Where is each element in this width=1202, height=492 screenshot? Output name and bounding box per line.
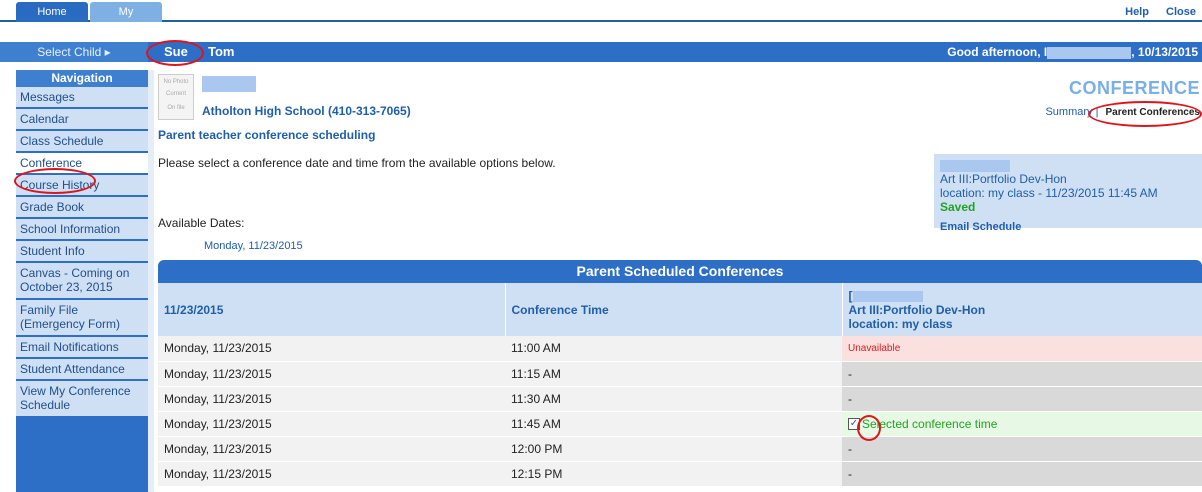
table-row: Monday, 11/23/2015 11:45 AM ✓ Selected co…: [158, 411, 1202, 437]
row-status[interactable]: -: [842, 461, 1202, 487]
row-date: Monday, 11/23/2015: [158, 461, 505, 487]
view-separator: |: [1095, 106, 1099, 118]
current-date: , 10/13/2015: [1131, 45, 1198, 59]
row-status-unavailable: Unavailable: [842, 336, 1202, 362]
sidebar-item-student-attendance[interactable]: Student Attendance: [16, 359, 148, 381]
selected-label: Selected conference time: [862, 416, 998, 431]
saved-status: Saved: [940, 200, 976, 214]
top-tab-bar: Home My Account Help Close: [0, 0, 1202, 38]
photo-line-1: No Photo: [163, 79, 189, 85]
available-date-link[interactable]: Monday, 11/23/2015: [204, 240, 303, 252]
table-row: Monday, 11/23/2015 11:30 AM -: [158, 386, 1202, 412]
tab-my-account[interactable]: My Account: [90, 2, 162, 38]
row-time: 11:45 AM: [505, 411, 842, 437]
header-date: 11/23/2015: [158, 283, 506, 336]
row-date: Monday, 11/23/2015: [158, 411, 505, 437]
table-title: Parent Scheduled Conferences: [158, 260, 1202, 283]
table-row: Monday, 11/23/2015 12:15 PM -: [158, 461, 1202, 487]
row-time: 11:00 AM: [505, 336, 842, 362]
info-location-text: location: my class - 11/23/2015 11:45 AM: [940, 186, 1158, 200]
redacted-name: [1047, 46, 1132, 59]
sidebar-item-canvas[interactable]: Canvas - Coming on October 23, 2015: [16, 263, 148, 300]
available-dates-label: Available Dates:: [158, 216, 245, 230]
sidebar-item-view-my-conference-schedule[interactable]: View My Conference Schedule: [16, 381, 148, 418]
close-link[interactable]: Close: [1166, 6, 1196, 18]
redacted-student-name: [202, 76, 256, 92]
header-teacher: [ Art III:Portfolio Dev-Hon location: my…: [842, 283, 1202, 336]
help-link[interactable]: Help: [1125, 6, 1149, 18]
header-time: Conference Time: [505, 283, 843, 336]
child-select-bar: Select Child ▸ Sue Tom Good afternoon, I…: [0, 42, 1202, 62]
conference-grid: 11/23/2015 Conference Time [ Art III:Por…: [158, 283, 1202, 487]
conference-table: Parent Scheduled Conferences 11/23/2015 …: [158, 260, 1202, 487]
redacted-teacher-name: [940, 159, 1010, 172]
sidebar-item-class-schedule[interactable]: Class Schedule: [16, 131, 148, 153]
student-photo-placeholder: No Photo Current On file: [158, 74, 194, 120]
view-switch: Summary | Parent Conferences: [1045, 106, 1200, 118]
header-location: location: my class: [848, 316, 953, 331]
navigation-sidebar: Navigation Messages Calendar Class Sched…: [16, 70, 148, 492]
instructions-text: Please select a conference date and time…: [158, 156, 556, 170]
school-name: Atholton High School (410-313-7065): [202, 104, 411, 118]
row-time: 11:15 AM: [505, 361, 842, 387]
email-schedule-link[interactable]: Email Schedule: [940, 220, 1196, 234]
select-child-button[interactable]: Select Child ▸: [0, 42, 148, 62]
redacted-header-teacher: [852, 290, 923, 302]
table-row: Monday, 11/23/2015 11:15 AM -: [158, 361, 1202, 387]
header-teacher-initial: [: [849, 289, 1196, 303]
sidebar-item-school-information[interactable]: School Information: [16, 219, 148, 241]
row-time: 12:00 PM: [505, 436, 842, 462]
row-date: Monday, 11/23/2015: [158, 386, 505, 412]
row-status-selected: ✓ Selected conference time: [842, 411, 1202, 437]
main-content: No Photo Current On file Atholton High S…: [158, 70, 1202, 492]
table-row: Monday, 11/23/2015 12:00 PM -: [158, 436, 1202, 462]
child-sue[interactable]: Sue: [164, 42, 188, 62]
row-date: Monday, 11/23/2015: [158, 336, 505, 362]
row-status[interactable]: -: [842, 386, 1202, 412]
row-time: 11:30 AM: [505, 386, 842, 412]
tab-home[interactable]: Home: [16, 2, 88, 22]
sidebar-item-calendar[interactable]: Calendar: [16, 109, 148, 131]
header-course: Art III:Portfolio Dev-Hon: [848, 302, 986, 317]
photo-line-3: On file: [167, 105, 185, 111]
page-subtitle: Parent teacher conference scheduling: [158, 128, 376, 142]
selected-checkbox[interactable]: ✓: [848, 418, 860, 431]
greeting-text: Good afternoon, I: [947, 45, 1048, 59]
sidebar-item-student-info[interactable]: Student Info: [16, 241, 148, 263]
top-links: Help Close: [1111, 6, 1196, 18]
child-tom[interactable]: Tom: [208, 42, 234, 62]
row-date: Monday, 11/23/2015: [158, 436, 505, 462]
info-course: Art III:Portfolio Dev-Hon: [940, 172, 1067, 186]
table-row: Monday, 11/23/2015 11:00 AM Unavailable: [158, 336, 1202, 362]
row-status[interactable]: -: [842, 436, 1202, 462]
sidebar-divider: [148, 70, 154, 492]
summary-link[interactable]: Summary: [1045, 106, 1092, 118]
info-location: location: my class - 11/23/2015 11:45 AM…: [940, 186, 1196, 214]
sidebar-item-course-history[interactable]: Course History: [16, 175, 148, 197]
row-time: 12:15 PM: [505, 461, 842, 487]
row-status[interactable]: -: [842, 361, 1202, 387]
greeting: Good afternoon, I , 10/13/2015: [947, 42, 1198, 62]
sidebar-item-grade-book[interactable]: Grade Book: [16, 197, 148, 219]
photo-line-2: Current: [165, 91, 186, 97]
sidebar-item-email-notifications[interactable]: Email Notifications: [16, 337, 148, 359]
scheduled-summary-box: Art III:Portfolio Dev-Hon location: my c…: [934, 154, 1202, 233]
page-title: CONFERENCE: [1068, 78, 1200, 98]
navigation-header: Navigation: [16, 70, 148, 87]
sidebar-item-family-file[interactable]: Family File (Emergency Form): [16, 300, 148, 337]
row-date: Monday, 11/23/2015: [158, 361, 505, 387]
parent-conferences-link[interactable]: Parent Conferences: [1106, 107, 1200, 118]
sidebar-item-conference[interactable]: Conference: [16, 153, 148, 175]
sidebar-item-messages[interactable]: Messages: [16, 87, 148, 109]
